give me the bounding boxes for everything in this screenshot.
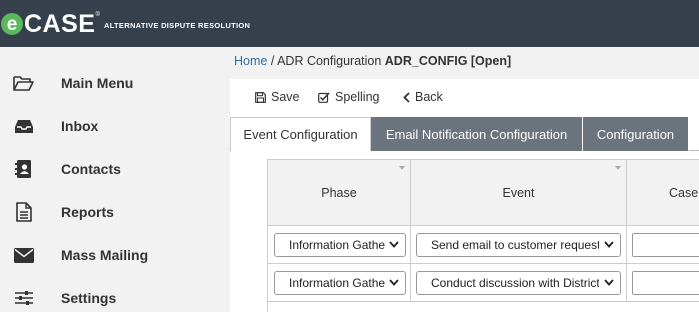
spelling-button[interactable]: Spelling — [318, 90, 379, 104]
back-label: Back — [415, 90, 443, 104]
table-row-2-event-cell: Conduct discussion with District — [411, 264, 627, 302]
phase-select[interactable]: Information Gathering — [274, 271, 406, 295]
spelling-label: Spelling — [335, 90, 380, 104]
save-icon — [255, 91, 266, 103]
tab-email-notification-configuration[interactable]: Email Notification Configuration — [371, 117, 583, 151]
sort-caret-icon[interactable] — [399, 166, 405, 170]
chevron-down-icon — [604, 241, 614, 248]
envelope-icon — [12, 243, 36, 267]
chevron-left-icon — [403, 91, 410, 103]
event-select[interactable]: Conduct discussion with District — [416, 271, 621, 295]
breadcrumb-current: ADR Configuration — [277, 54, 382, 68]
sidebar-item-settings[interactable]: Settings — [0, 280, 230, 312]
check-square-icon — [318, 91, 330, 103]
sidebar-item-label: Mass Mailing — [61, 247, 149, 263]
breadcrumb-home-link[interactable]: Home — [234, 54, 267, 68]
column-header-label: Case — [669, 185, 699, 200]
tab-label: Event Configuration — [243, 127, 358, 142]
tab-configuration[interactable]: Configuration — [583, 117, 689, 151]
table-row-1-phase-cell: Information Gathering — [268, 226, 411, 264]
event-grid: Phase Event Case Information Gathering S… — [267, 159, 699, 312]
sidebar-item-label: Main Menu — [61, 75, 134, 91]
tab-bar: Event Configuration Email Notification C… — [230, 117, 699, 152]
phase-select-value: Information Gathering — [289, 238, 385, 252]
sidebar: Main Menu Inbox Contacts Reports Mass Ma… — [0, 47, 230, 312]
column-header-event[interactable]: Event — [411, 159, 627, 226]
tab-label: Configuration — [596, 126, 675, 142]
logo-case: CASE — [24, 9, 96, 38]
save-label: Save — [271, 90, 300, 104]
table-row-1-case-cell — [627, 226, 699, 264]
tab-label: Email Notification Configuration — [385, 126, 568, 142]
phase-select-value: Information Gathering — [289, 276, 385, 290]
back-button[interactable]: Back — [403, 90, 443, 104]
case-input[interactable] — [632, 233, 699, 257]
sort-caret-icon[interactable] — [615, 166, 621, 170]
top-bar: e CASE ® ALTERNATIVE DISPUTE RESOLUTION — [0, 0, 699, 47]
sidebar-item-inbox[interactable]: Inbox — [0, 108, 230, 144]
column-header-phase[interactable]: Phase — [268, 159, 411, 226]
inbox-icon — [12, 114, 36, 138]
table-row-2-case-cell — [627, 264, 699, 302]
sidebar-item-label: Contacts — [61, 161, 121, 177]
sidebar-item-reports[interactable]: Reports — [0, 194, 230, 230]
breadcrumb-record: ADR_CONFIG [Open] — [384, 54, 512, 68]
save-button[interactable]: Save — [255, 90, 300, 104]
event-select-value: Conduct discussion with District — [431, 276, 599, 290]
document-icon — [12, 200, 36, 224]
table-row-2-phase-cell: Information Gathering — [268, 264, 411, 302]
app-tagline: ALTERNATIVE DISPUTE RESOLUTION — [104, 21, 251, 30]
sidebar-item-contacts[interactable]: Contacts — [0, 151, 230, 187]
column-header-case[interactable]: Case — [627, 159, 699, 226]
phase-select[interactable]: Information Gathering — [274, 233, 406, 257]
sliders-icon — [12, 286, 36, 310]
sidebar-item-label: Reports — [61, 204, 114, 220]
logo-registered: ® — [95, 12, 100, 18]
toolbar: Save Spelling Back — [230, 79, 699, 115]
main-panel: Save Spelling Back Event Configuration E… — [230, 79, 699, 312]
column-header-label: Event — [502, 185, 535, 200]
chevron-down-icon — [389, 241, 399, 248]
event-select[interactable]: Send email to customer requesting inform… — [416, 233, 621, 257]
folder-open-icon — [12, 71, 36, 95]
case-input[interactable] — [632, 271, 699, 295]
chevron-down-icon — [604, 279, 614, 286]
column-header-label: Phase — [321, 185, 357, 200]
sidebar-item-main-menu[interactable]: Main Menu — [0, 65, 230, 101]
sidebar-item-label: Settings — [61, 290, 117, 306]
sidebar-item-label: Inbox — [61, 118, 99, 134]
sidebar-item-mass-mailing[interactable]: Mass Mailing — [0, 237, 230, 273]
ecase-logo[interactable]: e CASE ® — [1, 10, 100, 38]
logo-e: e — [1, 13, 23, 35]
breadcrumb-separator: / — [267, 54, 278, 68]
event-select-value: Send email to customer requesting inform… — [431, 238, 599, 252]
table-row-1-event-cell: Send email to customer requesting inform… — [411, 226, 627, 264]
address-book-icon — [12, 157, 36, 181]
breadcrumb: Home / ADR Configuration ADR_CONFIG [Ope… — [234, 54, 511, 68]
chevron-down-icon — [389, 279, 399, 286]
tab-event-configuration[interactable]: Event Configuration — [230, 117, 371, 152]
